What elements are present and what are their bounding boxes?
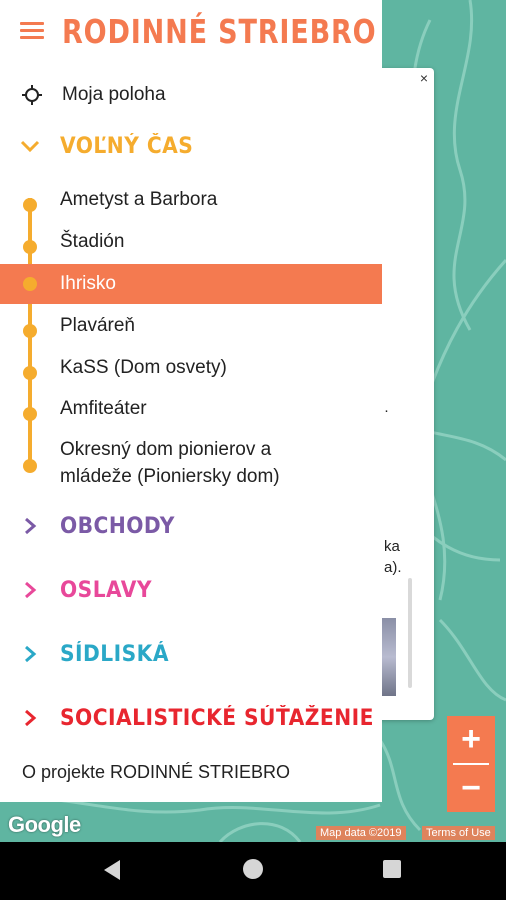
list-item[interactable]: Plaváreň xyxy=(0,311,382,351)
google-logo: Google xyxy=(8,812,81,837)
popup-photo xyxy=(380,618,396,696)
timeline-dot xyxy=(23,277,37,291)
section-label: SÍDLISKÁ xyxy=(60,642,169,667)
timeline-dot xyxy=(23,407,37,421)
app-title: RODINNÉ STRIEBRO xyxy=(62,12,377,51)
timeline-dot xyxy=(23,198,37,212)
list-item-label: Okresný dom pionierov a mládeže (Pionier… xyxy=(60,439,280,487)
section-label: VOĽNÝ ČAS xyxy=(60,134,194,159)
terms-of-use-link[interactable]: Terms of Use xyxy=(422,826,495,840)
section-label: OBCHODY xyxy=(60,514,175,539)
crosshair-icon xyxy=(22,85,42,105)
close-icon[interactable]: × xyxy=(420,70,428,86)
section-obchody[interactable]: OBCHODY xyxy=(0,508,382,548)
timeline-dot xyxy=(23,324,37,338)
chevron-right-icon xyxy=(25,709,37,727)
drawer-header: RODINNÉ STRIEBRO xyxy=(0,0,382,62)
section-label: OSLAVY xyxy=(60,578,153,603)
recents-icon[interactable] xyxy=(383,860,401,878)
menu-icon[interactable] xyxy=(20,22,44,40)
zoom-in-button[interactable]: + xyxy=(447,716,495,763)
home-icon[interactable] xyxy=(243,859,263,879)
chevron-right-icon xyxy=(25,581,37,599)
my-location-item[interactable]: Moja poloha xyxy=(62,84,166,106)
section-sidliska[interactable]: SÍDLISKÁ xyxy=(0,636,382,676)
list-item[interactable]: Ametyst a Barbora xyxy=(0,185,382,225)
chevron-right-icon xyxy=(25,645,37,663)
list-item[interactable]: KaSS (Dom osvety) xyxy=(0,353,382,393)
timeline-dot xyxy=(23,459,37,473)
timeline-dot xyxy=(23,366,37,380)
section-socialisticke-sutazenie[interactable]: SOCIALISTICKÉ SÚŤAŽENIE xyxy=(0,700,382,740)
list-item[interactable]: Amfiteáter xyxy=(0,394,382,434)
zoom-out-button[interactable]: − xyxy=(447,765,495,812)
zoom-controls: + − xyxy=(447,716,495,812)
about-project-link[interactable]: O projekte RODINNÉ STRIEBRO xyxy=(22,762,290,783)
navigation-drawer: RODINNÉ STRIEBRO Moja poloha VOĽNÝ ČAS A… xyxy=(0,0,382,802)
list-item[interactable]: Štadión xyxy=(0,227,382,267)
list-item[interactable]: Okresný dom pionierov a mládeže (Pionier… xyxy=(0,436,382,492)
list-item-label: Ametyst a Barbora xyxy=(60,189,218,210)
chevron-down-icon xyxy=(20,140,40,153)
section-volny-cas[interactable]: VOĽNÝ ČAS xyxy=(0,128,382,168)
popup-text-fragment: ka xyxy=(384,538,400,555)
section-oslavy[interactable]: OSLAVY xyxy=(0,572,382,612)
list-item-label: Plaváreň xyxy=(60,315,135,336)
list-item-selected[interactable]: Ihrisko xyxy=(0,264,382,304)
popup-text-fragment: · xyxy=(384,402,389,419)
list-item-label: Ihrisko xyxy=(60,273,116,294)
popup-text-fragment: a). xyxy=(384,559,402,576)
list-item-label: Amfiteáter xyxy=(60,398,147,419)
section-label: SOCIALISTICKÉ SÚŤAŽENIE xyxy=(60,706,374,731)
chevron-right-icon xyxy=(25,517,37,535)
list-item-label: Štadión xyxy=(60,231,125,252)
popup-scrollbar[interactable] xyxy=(408,578,412,688)
map-data-attribution: Map data ©2019 xyxy=(316,826,406,840)
back-icon[interactable] xyxy=(104,860,120,880)
list-item-label: KaSS (Dom osvety) xyxy=(60,357,227,378)
timeline-dot xyxy=(23,240,37,254)
